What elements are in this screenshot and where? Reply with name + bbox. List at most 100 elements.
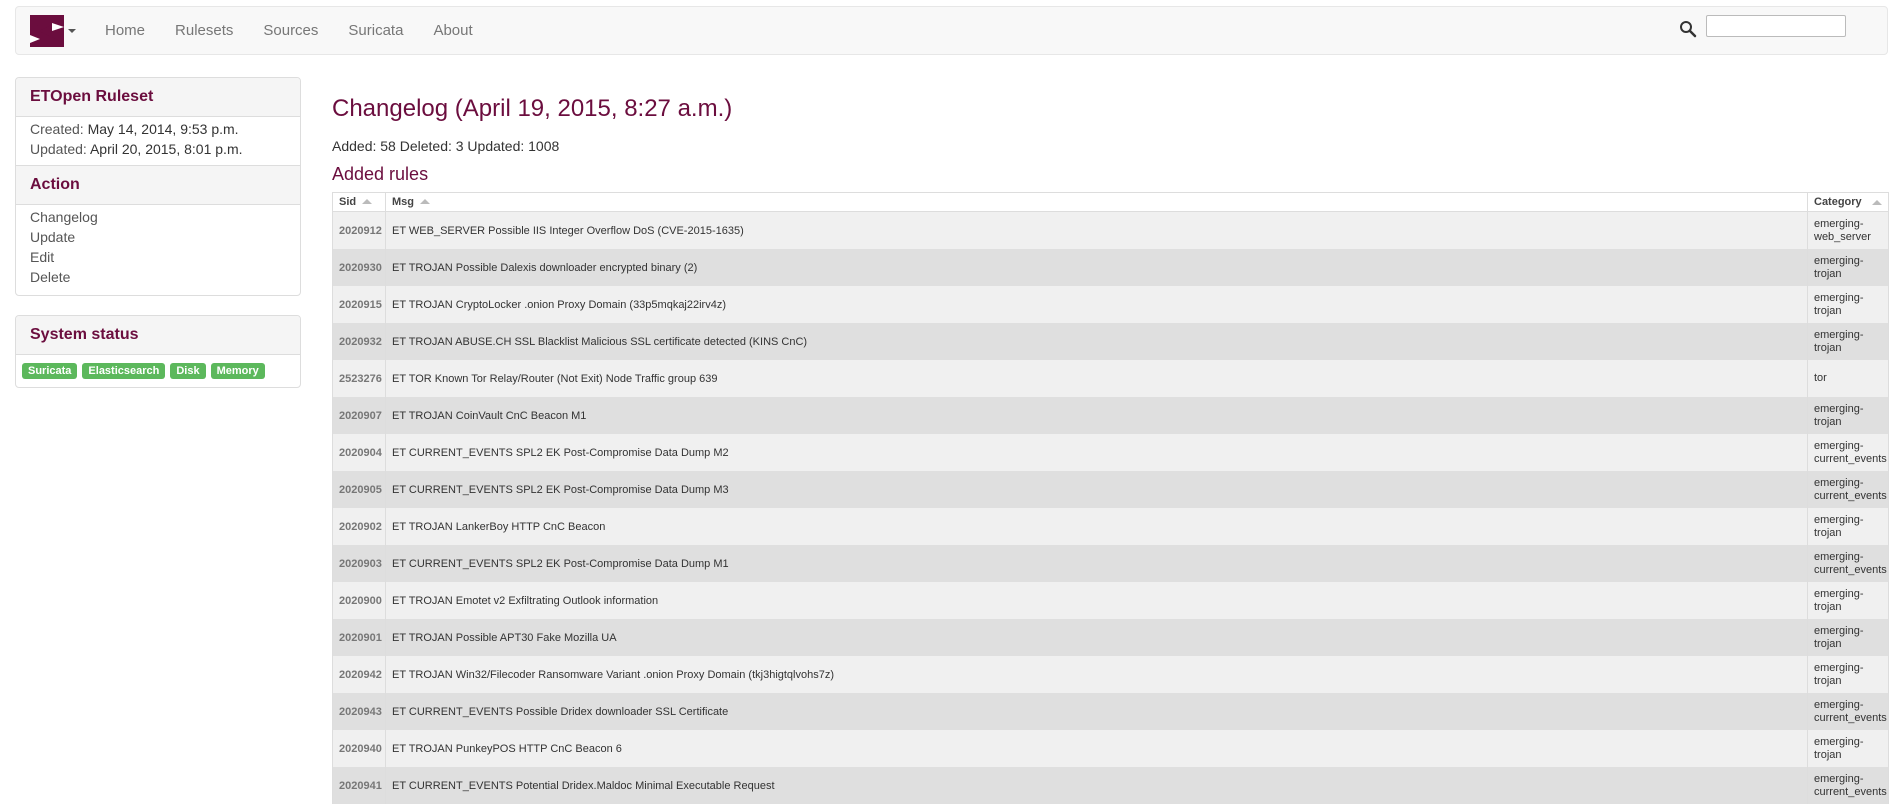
created-label: Created: bbox=[30, 121, 84, 137]
rule-sid[interactable]: 2020903 bbox=[333, 545, 386, 582]
rule-msg: ET TROJAN CoinVault CnC Beacon M1 bbox=[386, 397, 1808, 434]
column-header-sid[interactable]: Sid bbox=[333, 193, 386, 212]
rule-sid[interactable]: 2020942 bbox=[333, 656, 386, 693]
search-icon[interactable] bbox=[1676, 17, 1700, 41]
rule-msg: ET WEB_SERVER Possible IIS Integer Overf… bbox=[386, 212, 1808, 250]
column-header-label: Category bbox=[1814, 196, 1862, 208]
rule-sid[interactable]: 2020907 bbox=[333, 397, 386, 434]
rule-msg: ET TROJAN PunkeyPOS HTTP CnC Beacon 6 bbox=[386, 730, 1808, 767]
column-header-category[interactable]: Category bbox=[1808, 193, 1889, 212]
table-row[interactable]: 2020901ET TROJAN Possible APT30 Fake Moz… bbox=[333, 619, 1889, 656]
ruleset-panel: ETOpen Ruleset Created: May 14, 2014, 9:… bbox=[15, 77, 301, 296]
action-delete[interactable]: Delete bbox=[30, 267, 286, 287]
status-badge-disk[interactable]: Disk bbox=[170, 363, 205, 379]
rule-category: emerging-current_events bbox=[1808, 767, 1889, 804]
section-title: Added rules bbox=[332, 162, 1888, 186]
system-status-title: System status bbox=[16, 316, 300, 355]
rule-sid[interactable]: 2020905 bbox=[333, 471, 386, 508]
chevron-down-icon[interactable] bbox=[68, 29, 76, 33]
nav-links: Home Rulesets Sources Suricata About bbox=[90, 7, 488, 54]
rule-sid[interactable]: 2020901 bbox=[333, 619, 386, 656]
nav-about[interactable]: About bbox=[418, 7, 487, 54]
table-row[interactable]: 2020905ET CURRENT_EVENTS SPL2 EK Post-Co… bbox=[333, 471, 1889, 508]
rule-sid[interactable]: 2020943 bbox=[333, 693, 386, 730]
created-value: May 14, 2014, 9:53 p.m. bbox=[88, 121, 239, 137]
table-row[interactable]: 2020904ET CURRENT_EVENTS SPL2 EK Post-Co… bbox=[333, 434, 1889, 471]
rule-msg: ET TROJAN Possible APT30 Fake Mozilla UA bbox=[386, 619, 1808, 656]
nav-sources[interactable]: Sources bbox=[248, 7, 333, 54]
action-edit[interactable]: Edit bbox=[30, 247, 286, 267]
sort-arrow-icon[interactable] bbox=[420, 199, 430, 204]
table-row[interactable]: 2020900ET TROJAN Emotet v2 Exfiltrating … bbox=[333, 582, 1889, 619]
rule-category: tor bbox=[1808, 360, 1889, 397]
search-input[interactable] bbox=[1706, 15, 1846, 37]
table-row[interactable]: 2020915ET TROJAN CryptoLocker .onion Pro… bbox=[333, 286, 1889, 323]
rule-category: emerging-current_events bbox=[1808, 434, 1889, 471]
rule-category: emerging-trojan bbox=[1808, 619, 1889, 656]
table-header-row: Sid Msg Category bbox=[333, 193, 1889, 212]
rule-msg: ET CURRENT_EVENTS Possible Dridex downlo… bbox=[386, 693, 1808, 730]
table-row[interactable]: 2020907ET TROJAN CoinVault CnC Beacon M1… bbox=[333, 397, 1889, 434]
status-badge-elasticsearch[interactable]: Elasticsearch bbox=[82, 363, 165, 379]
table-body: 2020912ET WEB_SERVER Possible IIS Intege… bbox=[333, 212, 1889, 804]
rule-category: emerging-trojan bbox=[1808, 323, 1889, 360]
table-row[interactable]: 2020940ET TROJAN PunkeyPOS HTTP CnC Beac… bbox=[333, 730, 1889, 767]
rule-category: emerging-trojan bbox=[1808, 656, 1889, 693]
updated-label: Updated: bbox=[30, 141, 87, 157]
rule-sid[interactable]: 2020941 bbox=[333, 767, 386, 804]
rule-msg: ET TROJAN CryptoLocker .onion Proxy Doma… bbox=[386, 286, 1808, 323]
nav-rulesets[interactable]: Rulesets bbox=[160, 7, 248, 54]
table-row[interactable]: 2020932ET TROJAN ABUSE.CH SSL Blacklist … bbox=[333, 323, 1889, 360]
rule-sid[interactable]: 2020940 bbox=[333, 730, 386, 767]
system-status-panel: System status Suricata Elasticsearch Dis… bbox=[15, 315, 301, 388]
rule-msg: ET TROJAN Emotet v2 Exfiltrating Outlook… bbox=[386, 582, 1808, 619]
rule-sid[interactable]: 2020900 bbox=[333, 582, 386, 619]
main-content: Changelog (April 19, 2015, 8:27 a.m.) Ad… bbox=[332, 80, 1888, 804]
sort-arrow-icon[interactable] bbox=[362, 199, 372, 204]
column-header-msg[interactable]: Msg bbox=[386, 193, 1808, 212]
rule-msg: ET CURRENT_EVENTS SPL2 EK Post-Compromis… bbox=[386, 471, 1808, 508]
rule-msg: ET TOR Known Tor Relay/Router (Not Exit)… bbox=[386, 360, 1808, 397]
rule-msg: ET CURRENT_EVENTS SPL2 EK Post-Compromis… bbox=[386, 434, 1808, 471]
action-changelog[interactable]: Changelog bbox=[30, 207, 286, 227]
status-badge-suricata[interactable]: Suricata bbox=[22, 363, 77, 379]
status-badge-memory[interactable]: Memory bbox=[211, 363, 265, 379]
status-badges: Suricata Elasticsearch Disk Memory bbox=[16, 355, 300, 387]
table-row[interactable]: 2020943ET CURRENT_EVENTS Possible Dridex… bbox=[333, 693, 1889, 730]
sort-arrow-icon[interactable] bbox=[1872, 200, 1882, 205]
rule-msg: ET CURRENT_EVENTS SPL2 EK Post-Compromis… bbox=[386, 545, 1808, 582]
table-row[interactable]: 2020912ET WEB_SERVER Possible IIS Intege… bbox=[333, 212, 1889, 250]
rule-msg: ET TROJAN ABUSE.CH SSL Blacklist Malicio… bbox=[386, 323, 1808, 360]
updated-value: April 20, 2015, 8:01 p.m. bbox=[90, 141, 243, 157]
table-row[interactable]: 2020902ET TROJAN LankerBoy HTTP CnC Beac… bbox=[333, 508, 1889, 545]
rule-sid[interactable]: 2020915 bbox=[333, 286, 386, 323]
rule-category: emerging-web_server bbox=[1808, 212, 1889, 250]
table-row[interactable]: 2020942ET TROJAN Win32/Filecoder Ransomw… bbox=[333, 656, 1889, 693]
table-row[interactable]: 2523276ET TOR Known Tor Relay/Router (No… bbox=[333, 360, 1889, 397]
rule-category: emerging-trojan bbox=[1808, 286, 1889, 323]
rule-sid[interactable]: 2020904 bbox=[333, 434, 386, 471]
table-row[interactable]: 2020941ET CURRENT_EVENTS Potential Dride… bbox=[333, 767, 1889, 804]
rule-msg: ET CURRENT_EVENTS Potential Dridex.Maldo… bbox=[386, 767, 1808, 804]
action-update[interactable]: Update bbox=[30, 227, 286, 247]
ruleset-title: ETOpen Ruleset bbox=[16, 78, 300, 117]
rule-sid[interactable]: 2020902 bbox=[333, 508, 386, 545]
updated-line: Updated: April 20, 2015, 8:01 p.m. bbox=[30, 139, 286, 159]
nav-suricata[interactable]: Suricata bbox=[333, 7, 418, 54]
table-row[interactable]: 2020903ET CURRENT_EVENTS SPL2 EK Post-Co… bbox=[333, 545, 1889, 582]
rule-sid[interactable]: 2020932 bbox=[333, 323, 386, 360]
nav-home[interactable]: Home bbox=[90, 7, 160, 54]
rule-sid[interactable]: 2523276 bbox=[333, 360, 386, 397]
scirius-logo-icon[interactable] bbox=[30, 15, 64, 47]
rule-category: emerging-trojan bbox=[1808, 508, 1889, 545]
action-title: Action bbox=[16, 165, 300, 205]
rule-sid[interactable]: 2020930 bbox=[333, 249, 386, 286]
table-row[interactable]: 2020930ET TROJAN Possible Dalexis downlo… bbox=[333, 249, 1889, 286]
rule-sid[interactable]: 2020912 bbox=[333, 212, 386, 250]
rule-category: emerging-trojan bbox=[1808, 582, 1889, 619]
column-header-label: Sid bbox=[339, 196, 356, 208]
page-title: Changelog (April 19, 2015, 8:27 a.m.) bbox=[332, 94, 1888, 124]
created-line: Created: May 14, 2014, 9:53 p.m. bbox=[30, 119, 286, 139]
changelog-summary: Added: 58 Deleted: 3 Updated: 1008 bbox=[332, 136, 1888, 156]
rule-msg: ET TROJAN Possible Dalexis downloader en… bbox=[386, 249, 1808, 286]
